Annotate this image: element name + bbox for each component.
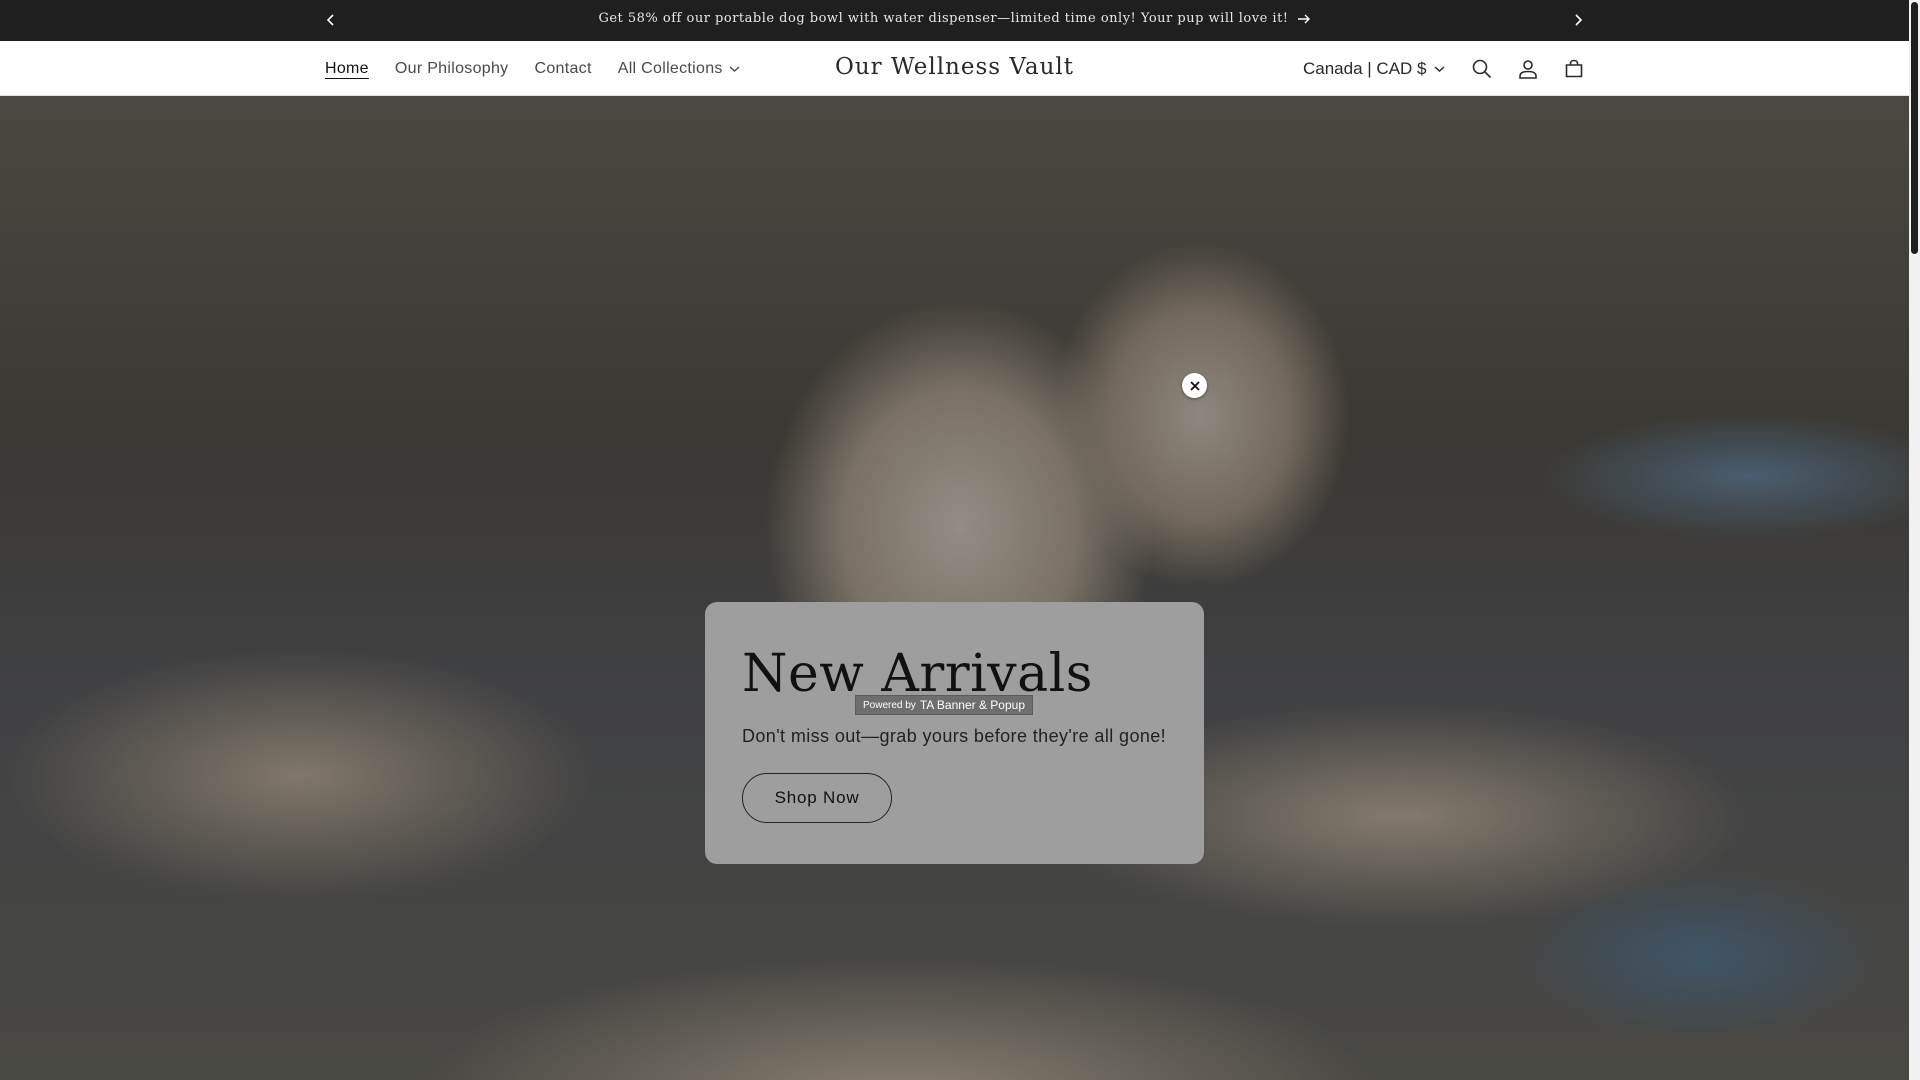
search-button[interactable] (1459, 46, 1505, 92)
close-icon (1189, 380, 1200, 391)
chevron-down-icon (729, 65, 740, 72)
announcement-bar: Get 58% off our portable dog bowl with w… (0, 0, 1909, 41)
search-icon (1473, 59, 1492, 78)
announcement-message: Get 58% off our portable dog bowl with w… (0, 11, 1909, 26)
announcement-next-button[interactable] (1566, 8, 1590, 32)
chevron-right-icon (1575, 14, 1583, 26)
scrollbar-thumb[interactable] (1911, 2, 1918, 254)
hero-banner-image (0, 96, 1909, 1080)
powered-by-brand: TA Banner & Popup (919, 698, 1025, 712)
cart-button[interactable] (1551, 46, 1597, 92)
nav-item-contact[interactable]: Contact (521, 60, 604, 78)
nav-item-all-collections[interactable]: All Collections (605, 60, 753, 78)
powered-by-prefix: Powered by (863, 699, 916, 711)
promo-popup: New Arrivals Powered by TA Banner & Popu… (705, 602, 1204, 864)
nav-item-all-collections-label: All Collections (617, 59, 723, 77)
popup-close-button[interactable] (1182, 373, 1207, 398)
account-icon (1519, 59, 1538, 79)
page-scrollbar[interactable] (1909, 0, 1920, 1080)
arrow-right-icon (1297, 14, 1310, 23)
brand-name[interactable]: Our Wellness Vault (835, 54, 1074, 80)
currency-selector[interactable]: Canada | CAD $ (1295, 59, 1459, 79)
popup-subtitle: Don't miss out—grab yours before they're… (742, 726, 1167, 746)
popup-overlay (0, 96, 1909, 1080)
powered-by-badge[interactable]: Powered by TA Banner & Popup (855, 695, 1033, 715)
site-header: Home Our Philosophy Contact All Collecti… (0, 41, 1909, 96)
nav-item-home[interactable]: Home (312, 60, 382, 78)
main-nav: Home Our Philosophy Contact All Collecti… (312, 41, 753, 96)
shop-now-button[interactable]: Shop Now (742, 773, 892, 823)
chevron-down-icon (1434, 65, 1445, 72)
brand-logo: Our Wellness Vault (0, 54, 1909, 80)
cart-icon (1566, 59, 1583, 77)
announcement-link[interactable]: Get 58% off our portable dog bowl with w… (598, 11, 1288, 26)
header-actions: Canada | CAD $ (1295, 41, 1597, 96)
currency-label: Canada | CAD $ (1303, 58, 1427, 78)
nav-item-our-philosophy[interactable]: Our Philosophy (382, 60, 522, 78)
account-button[interactable] (1505, 46, 1551, 92)
